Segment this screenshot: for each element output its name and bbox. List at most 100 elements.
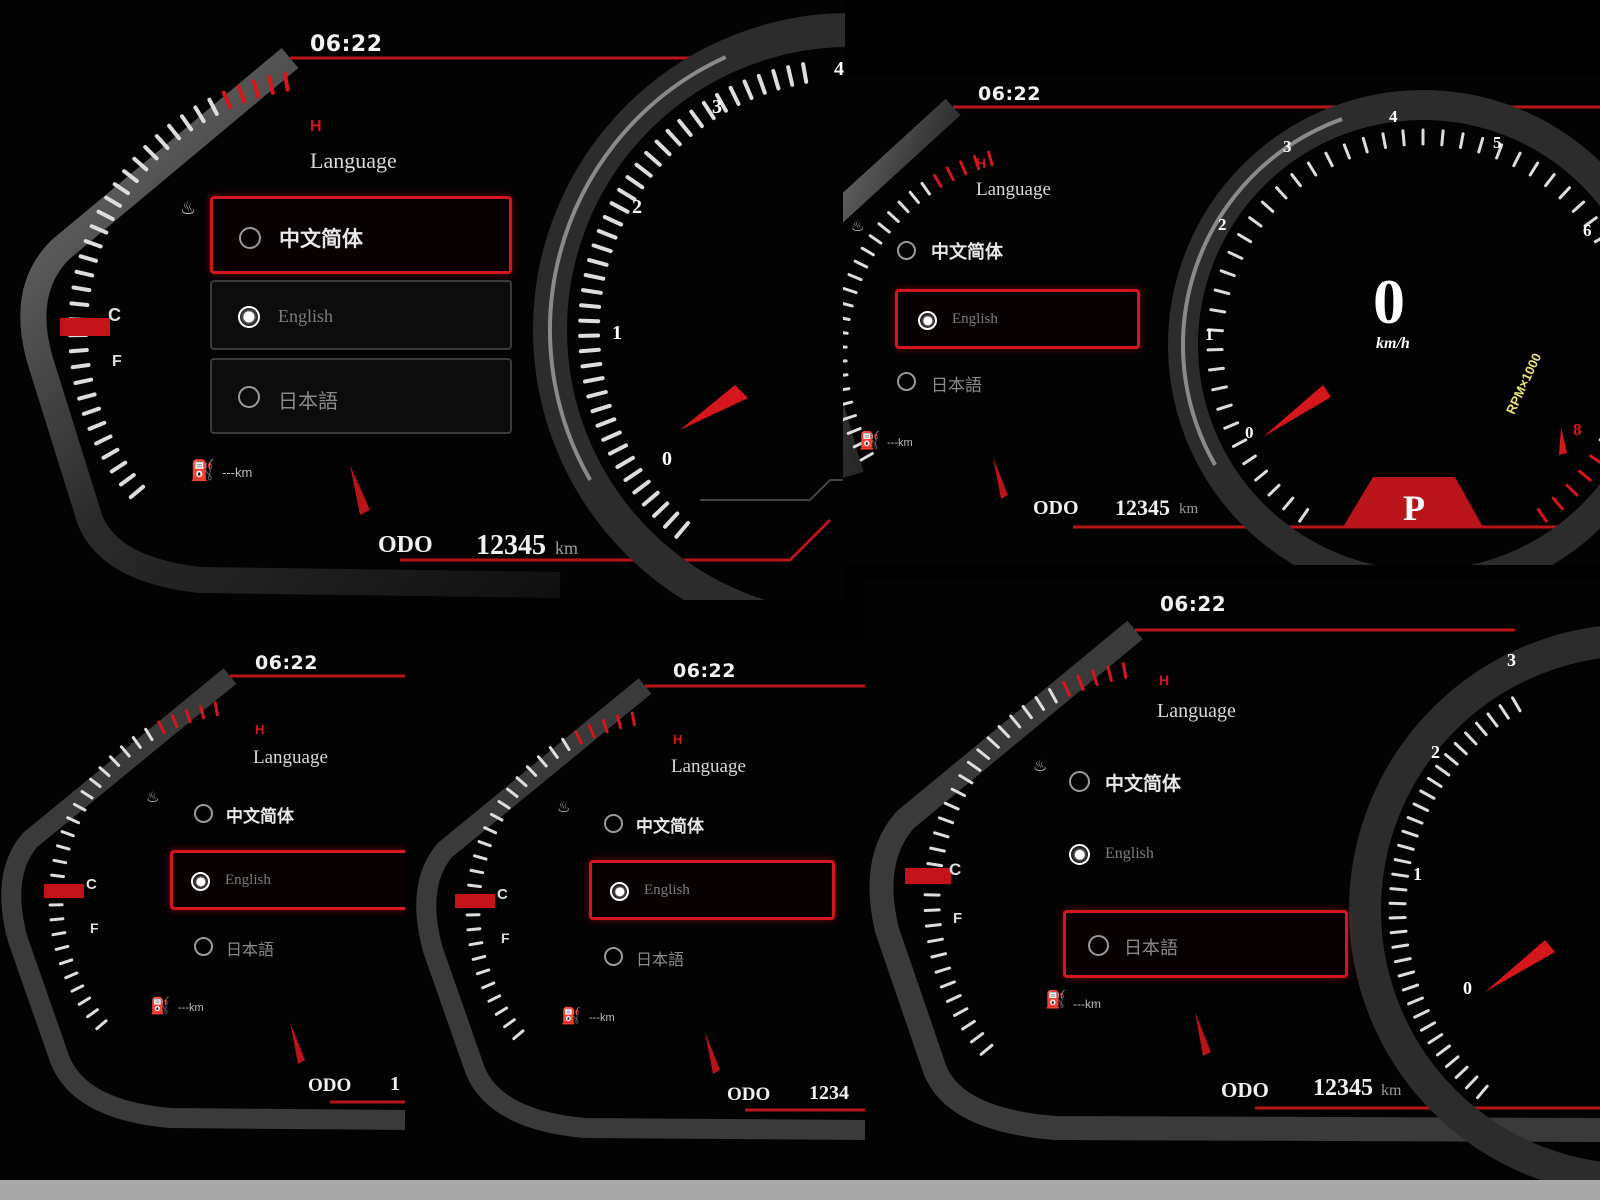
gauge-tick bbox=[1208, 366, 1225, 372]
language-option-japanese[interactable]: 日本語 bbox=[590, 934, 840, 980]
gauge-tick bbox=[1248, 216, 1263, 228]
gauge-tick bbox=[74, 269, 95, 278]
gauge-tick bbox=[1393, 858, 1412, 865]
radio-button-icon bbox=[604, 947, 623, 966]
gauge-tick bbox=[68, 348, 89, 354]
language-option-english[interactable]: English bbox=[1055, 830, 1345, 880]
gauge-tick bbox=[843, 331, 849, 335]
gauge-tick bbox=[623, 468, 643, 482]
language-title: Language bbox=[671, 756, 746, 777]
gauge-tick bbox=[1407, 996, 1424, 1006]
gauge-tick bbox=[1406, 816, 1424, 825]
language-option-chinese[interactable]: 中文简体 bbox=[210, 196, 512, 274]
gauge-tick bbox=[644, 150, 662, 167]
gauge-tick bbox=[73, 377, 94, 385]
gauge-tick bbox=[1237, 233, 1253, 244]
gauge-tick bbox=[847, 273, 863, 282]
language-option-chinese[interactable]: 中文简体 bbox=[883, 227, 1153, 273]
temp-high-label: H bbox=[1159, 672, 1170, 688]
speed-tick-1: 1 bbox=[1205, 325, 1214, 344]
gauge-tick bbox=[1260, 200, 1275, 213]
language-option-chinese[interactable]: 中文简体 bbox=[590, 800, 840, 846]
gauge-tick bbox=[1571, 200, 1586, 213]
option-label: English bbox=[1105, 845, 1154, 862]
language-option-japanese[interactable]: 日本語 bbox=[180, 924, 405, 970]
gauge-tick bbox=[887, 211, 900, 223]
gauge-tick bbox=[1388, 916, 1407, 920]
gauge-tick bbox=[1401, 129, 1406, 147]
gauge-tick bbox=[1528, 161, 1540, 177]
gauge-tick bbox=[51, 931, 67, 937]
gauge-tick bbox=[1536, 508, 1548, 523]
language-option-english[interactable]: English bbox=[210, 280, 512, 350]
gauge-tick bbox=[920, 181, 931, 196]
language-option-chinese[interactable]: 中文简体 bbox=[180, 790, 405, 836]
clock-time: 06:22 bbox=[1160, 592, 1227, 616]
gauge-tick bbox=[1306, 161, 1318, 177]
gauge-tick bbox=[475, 968, 491, 976]
gauge-tick bbox=[860, 246, 875, 257]
gauge-tick bbox=[50, 873, 65, 879]
gauge-tick bbox=[1227, 250, 1244, 260]
gauge-tick bbox=[843, 287, 858, 295]
gauge-tick bbox=[987, 150, 994, 167]
option-label: 日本語 bbox=[931, 376, 982, 396]
speed-tick-3: 3 bbox=[1507, 650, 1516, 670]
language-option-japanese[interactable]: 日本語 bbox=[1063, 910, 1348, 978]
fuel-pump-icon: ⛽ bbox=[859, 431, 881, 450]
language-option-english[interactable]: English bbox=[895, 289, 1140, 349]
gauge-tick bbox=[1498, 704, 1510, 720]
gauge-tick bbox=[1254, 469, 1268, 482]
gauge-tick bbox=[1121, 662, 1128, 679]
gauge-tick bbox=[578, 347, 601, 354]
gauge-tick bbox=[118, 473, 136, 487]
speed-tick-2: 2 bbox=[1431, 742, 1440, 762]
radio-button-icon bbox=[1069, 771, 1090, 792]
odo-unit: km bbox=[555, 538, 579, 558]
gauge-tick bbox=[54, 944, 70, 951]
gauge-tick bbox=[1511, 696, 1522, 713]
temp-cold-label: C bbox=[108, 305, 121, 325]
gauge-tick bbox=[94, 434, 113, 446]
radio-button-icon bbox=[604, 814, 623, 833]
gauge-tick bbox=[1486, 712, 1499, 728]
language-option-chinese[interactable]: 中文简体 bbox=[1055, 756, 1345, 806]
odo-label: ODO bbox=[1221, 1078, 1269, 1102]
gauge-tick bbox=[652, 501, 670, 518]
language-option-english[interactable]: English bbox=[589, 860, 835, 920]
radio-button-icon bbox=[194, 937, 213, 956]
odo-value: 12345 bbox=[1115, 495, 1170, 520]
temp-high-label: H bbox=[310, 118, 322, 135]
gauge-tick bbox=[1419, 789, 1436, 800]
language-option-english[interactable]: English bbox=[170, 850, 405, 910]
gauge-tick bbox=[77, 996, 92, 1006]
gauge-tick bbox=[938, 816, 955, 825]
gauge-tick bbox=[1298, 508, 1310, 523]
gauge-tick bbox=[1397, 843, 1415, 851]
speed-tick-8: 8 bbox=[1573, 420, 1582, 439]
fuel-range: ---km bbox=[589, 1012, 615, 1024]
gauge-tick bbox=[64, 971, 79, 980]
language-option-japanese[interactable]: 日本語 bbox=[210, 358, 512, 434]
gauge-tick bbox=[1464, 731, 1478, 746]
speed-tick-2: 2 bbox=[632, 196, 642, 218]
gauge-tick bbox=[58, 958, 74, 966]
language-option-japanese[interactable]: 日本語 bbox=[883, 359, 1153, 405]
speed-tick-1: 1 bbox=[612, 322, 622, 344]
speed-tick-1: 1 bbox=[1413, 864, 1422, 884]
odo-label: ODO bbox=[378, 532, 433, 558]
gauge-tick bbox=[580, 362, 603, 369]
gauge-tick bbox=[1391, 943, 1410, 949]
cluster-panel-e: 06:22 Language H C F ♨ 中文简体 English 日本語 … bbox=[865, 580, 1600, 1180]
gauge-tick bbox=[579, 303, 602, 309]
gauge-tick bbox=[933, 831, 950, 839]
gauge-tick bbox=[1290, 173, 1302, 188]
gauge-tick bbox=[728, 85, 741, 106]
gauge-tick bbox=[52, 858, 68, 865]
temp-high-label: H bbox=[976, 155, 987, 171]
gauge-tick bbox=[1391, 872, 1409, 878]
fuel-pump-icon: ⛽ bbox=[561, 1008, 581, 1025]
coolant-temp-icon: ♨ bbox=[1033, 758, 1048, 775]
option-label: 日本語 bbox=[636, 950, 685, 969]
radio-button-icon bbox=[194, 804, 213, 823]
